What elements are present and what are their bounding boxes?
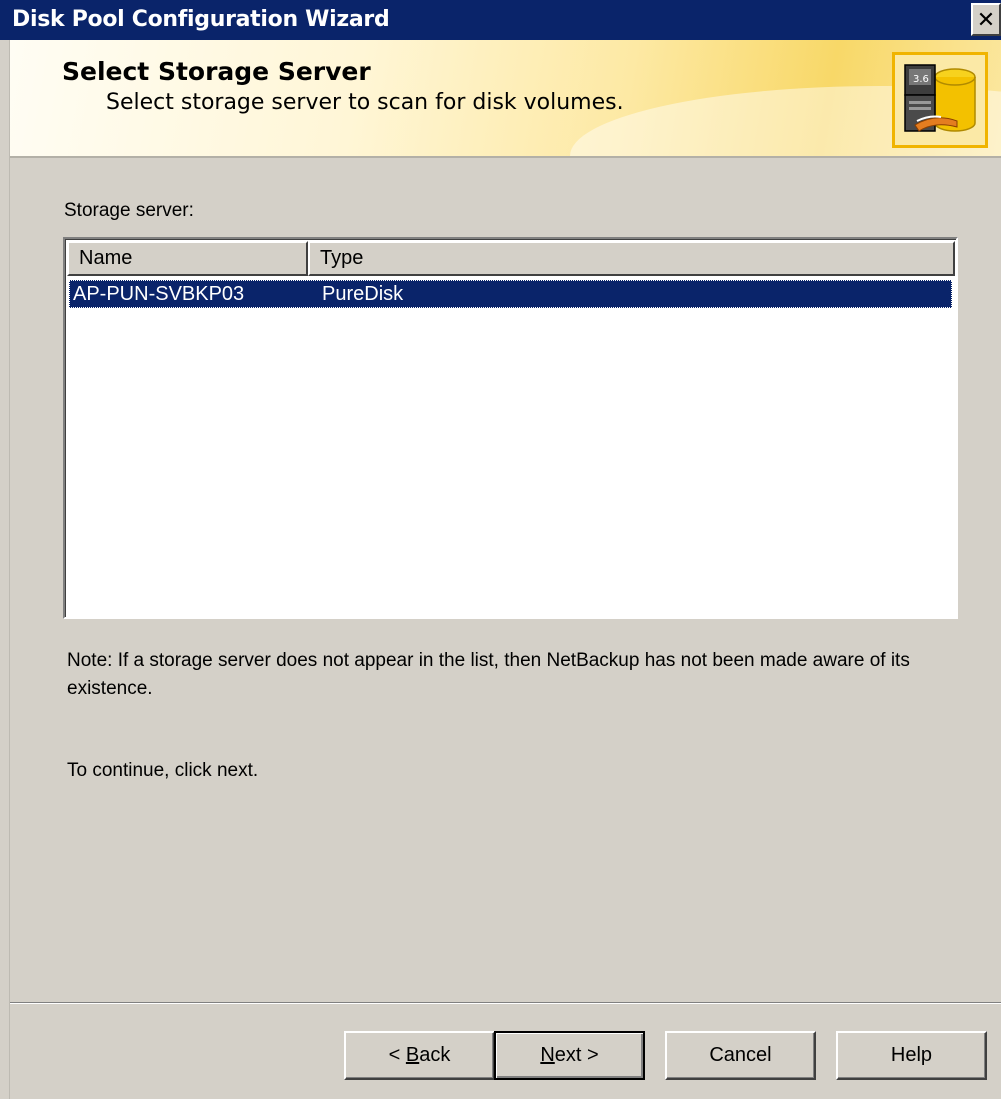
continue-text: To continue, click next. bbox=[67, 760, 259, 781]
help-button[interactable]: Help bbox=[836, 1031, 987, 1080]
next-button-rest: ext > bbox=[554, 1044, 599, 1066]
wizard-header: Select Storage Server Select storage ser… bbox=[10, 40, 1001, 158]
column-header-type[interactable]: Type bbox=[308, 241, 955, 276]
page-subtitle: Select storage server to scan for disk v… bbox=[106, 90, 624, 115]
list-header: Name Type bbox=[67, 241, 955, 276]
row-name-cell: AP-PUN-SVBKP03 bbox=[73, 283, 245, 305]
page-title: Select Storage Server bbox=[62, 57, 371, 86]
back-button-mnemonic: B bbox=[405, 1044, 420, 1066]
storage-server-icon: 3.6 bbox=[892, 52, 988, 148]
back-button-prefix: < bbox=[388, 1044, 406, 1066]
row-type-cell: PureDisk bbox=[322, 283, 404, 305]
next-button-mnemonic: N bbox=[540, 1044, 555, 1066]
next-button[interactable]: Next > bbox=[494, 1031, 645, 1080]
cancel-button[interactable]: Cancel bbox=[665, 1031, 816, 1080]
list-row[interactable]: AP-PUN-SVBKP03 PureDisk bbox=[69, 280, 952, 308]
storage-server-list[interactable]: Name Type AP-PUN-SVBKP03 PureDisk bbox=[63, 237, 958, 619]
svg-text:3.6: 3.6 bbox=[913, 74, 929, 85]
back-button[interactable]: < Back bbox=[344, 1031, 495, 1080]
window-title: Disk Pool Configuration Wizard bbox=[12, 7, 390, 32]
close-button[interactable]: ✕ bbox=[971, 3, 1001, 36]
footer-divider bbox=[10, 1002, 1001, 1004]
back-button-rest: ack bbox=[419, 1044, 451, 1066]
column-header-name[interactable]: Name bbox=[67, 241, 308, 276]
window-left-edge bbox=[0, 40, 10, 1099]
storage-server-label: Storage server: bbox=[64, 200, 194, 221]
title-bar: Disk Pool Configuration Wizard ✕ bbox=[0, 0, 1001, 40]
note-text: Note: If a storage server does not appea… bbox=[67, 650, 910, 699]
